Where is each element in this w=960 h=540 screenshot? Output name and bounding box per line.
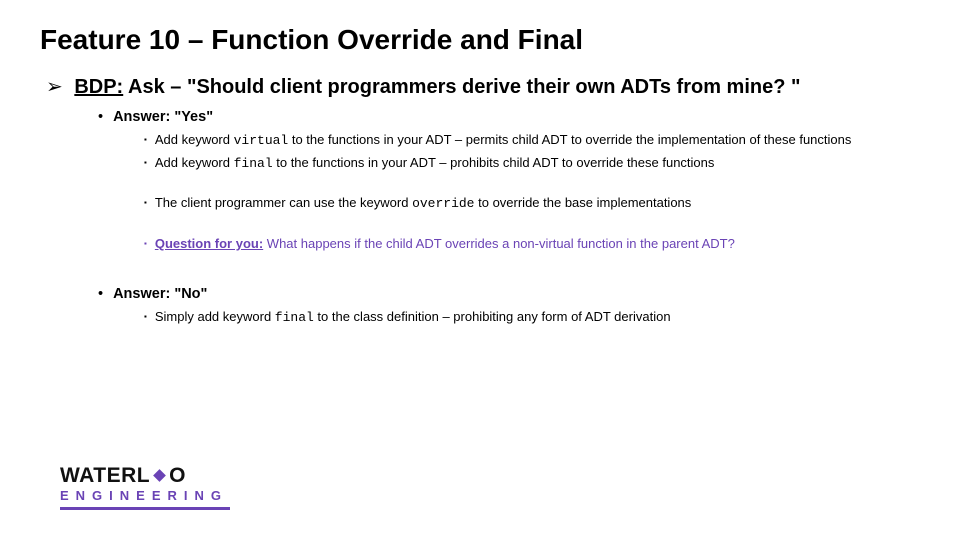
square-bullet-icon: ▪ (144, 312, 147, 321)
yes-point-3: ▪ The client programmer can use the keywo… (144, 194, 920, 213)
slide-title: Feature 10 – Function Override and Final (40, 24, 920, 56)
square-bullet-icon: ▪ (144, 135, 147, 144)
bdp-line: ➢ BDP: Ask – "Should client programmers … (46, 74, 920, 99)
code-virtual: virtual (234, 133, 289, 148)
text: to the functions in your ADT – permits c… (288, 132, 851, 147)
answer-yes-label: Answer: "Yes" (113, 109, 213, 125)
square-bullet-icon: ▪ (144, 198, 147, 207)
bullet-dot-icon: • (98, 109, 103, 125)
logo: WATERL O ENGINEERING (60, 464, 230, 510)
answer-no: • Answer: "No" (98, 286, 920, 302)
text: to the functions in your ADT – prohibits… (273, 155, 715, 170)
arrow-icon: ➢ (46, 76, 63, 98)
slide-content: Feature 10 – Function Override and Final… (0, 0, 960, 327)
answer-yes: • Answer: "Yes" (98, 109, 920, 125)
question-text: What happens if the child ADT overrides … (263, 236, 735, 251)
question-label: Question for you: (155, 236, 263, 251)
no-point-1: ▪ Simply add keyword final to the class d… (144, 308, 920, 327)
bullet-dot-icon: • (98, 286, 103, 302)
text: The client programmer can use the keywor… (155, 195, 412, 210)
text: to override the base implementations (475, 195, 692, 210)
diamond-icon (153, 469, 166, 482)
logo-underline (60, 507, 230, 510)
yes-point-1: ▪ Add keyword virtual to the functions in… (144, 131, 920, 150)
question-for-you: ▪ Question for you: What happens if the c… (144, 235, 920, 253)
text: Add keyword (155, 155, 234, 170)
code-final: final (275, 310, 314, 325)
text: to the class definition – prohibiting an… (314, 309, 671, 324)
square-bullet-icon: ▪ (144, 239, 147, 248)
logo-subtext: ENGINEERING (60, 488, 230, 503)
logo-wordmark: WATERL O (60, 464, 230, 488)
logo-text-2: O (169, 464, 186, 488)
square-bullet-icon: ▪ (144, 158, 147, 167)
text: Add keyword (155, 132, 234, 147)
logo-text-1: WATERL (60, 464, 150, 488)
bdp-text: Ask – "Should client programmers derive … (123, 76, 800, 98)
answer-no-label: Answer: "No" (113, 286, 207, 302)
yes-point-2: ▪ Add keyword final to the functions in y… (144, 154, 920, 173)
code-final: final (234, 156, 273, 171)
code-override: override (412, 196, 474, 211)
text: Simply add keyword (155, 309, 275, 324)
bdp-label: BDP: (74, 76, 123, 98)
